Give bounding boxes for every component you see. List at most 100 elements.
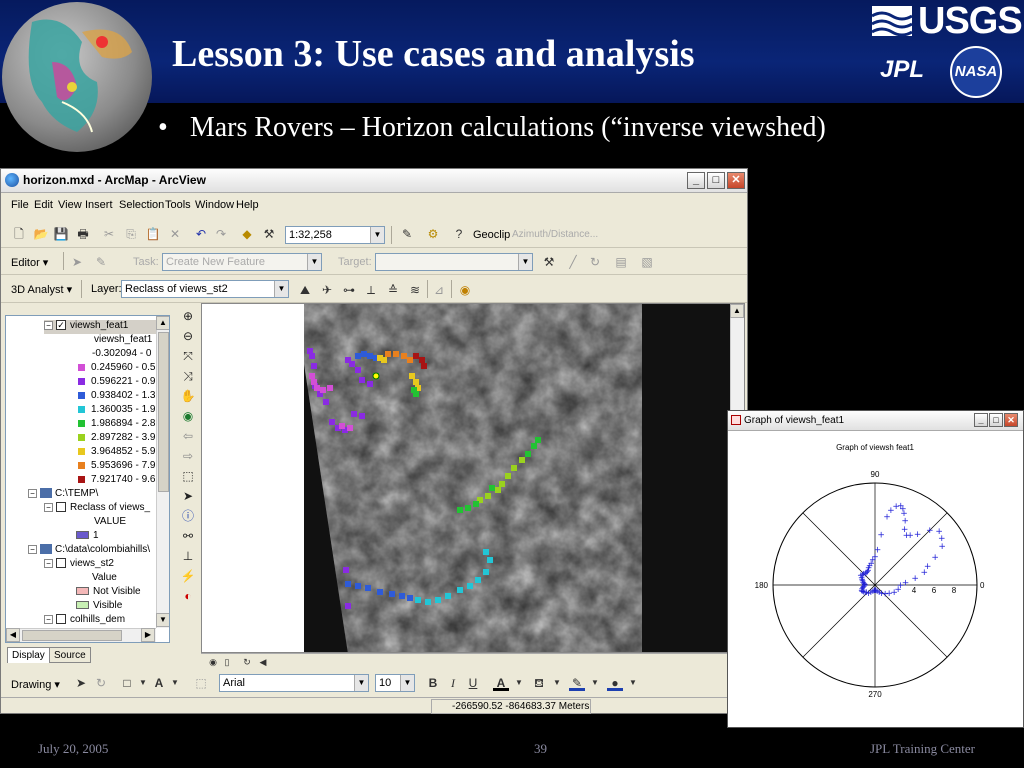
menu-selection[interactable]: Selection <box>119 199 164 211</box>
drawing-menu-button[interactable]: Drawing ▾ <box>11 678 60 691</box>
interpolate-polygon-icon[interactable]: ≋ <box>407 282 423 298</box>
fixed-zoom-in-icon[interactable]: ⤧ <box>179 347 197 365</box>
collapse-icon[interactable]: − <box>44 502 53 512</box>
task-select[interactable]: Create New Feature ▼ <box>162 253 322 271</box>
undo-icon[interactable]: ↶ <box>193 226 209 242</box>
layer-visibility-checkbox[interactable] <box>56 502 66 513</box>
profile-graph-icon[interactable]: ⊿ <box>431 282 447 298</box>
select-features-icon[interactable]: ⬚ <box>179 467 197 485</box>
layout-view-icon[interactable]: ▯ <box>219 654 235 670</box>
editor-toolbar-icon[interactable]: ✎ <box>399 226 415 242</box>
collapse-icon[interactable]: − <box>28 544 37 554</box>
tab-source[interactable]: Source <box>49 647 91 663</box>
select-elements-arrow-icon[interactable]: ➤ <box>73 675 89 691</box>
line-color-icon[interactable]: ✎ <box>569 675 585 691</box>
refresh-icon[interactable]: ↻ <box>239 654 255 670</box>
toc-layer-colhills-dem[interactable]: − colhills_dem <box>44 614 125 628</box>
full-extent-globe-icon[interactable]: ◉ <box>179 407 197 425</box>
minimize-button[interactable]: _ <box>687 172 705 189</box>
toc-layer-viewsh-feat1[interactable]: − ✓ viewsh_feat1 <box>44 320 156 334</box>
layer-visibility-checkbox[interactable] <box>56 558 66 569</box>
scroll-thumb[interactable] <box>22 630 122 641</box>
measure-icon[interactable]: ⊥ <box>179 547 197 565</box>
fixed-zoom-out-icon[interactable]: ⤨ <box>179 367 197 385</box>
expand-icon[interactable]: − <box>44 614 53 624</box>
scroll-down-icon[interactable]: ▼ <box>156 613 169 627</box>
interpolate-point-icon[interactable]: ⟂ <box>363 282 379 298</box>
toolbox-icon[interactable]: ⚒ <box>261 226 277 242</box>
map-canvas[interactable] <box>202 304 732 653</box>
fill-color-bucket-icon[interactable]: ⛾ <box>531 675 547 691</box>
whats-this-help-icon[interactable]: ? <box>451 226 467 242</box>
save-icon[interactable]: 💾 <box>53 226 69 242</box>
graph-window-titlebar[interactable]: Graph of viewsh_feat1 _ □ ✕ <box>728 411 1023 431</box>
menu-help[interactable]: Help <box>236 199 259 211</box>
add-data-icon[interactable]: ◆ <box>239 226 255 242</box>
open-folder-icon[interactable]: 📂 <box>33 226 49 242</box>
toc-dataframe-temp[interactable]: − C:\TEMP\ <box>28 488 98 502</box>
sketch-tool-icon[interactable]: ✎ <box>93 254 109 270</box>
menu-window[interactable]: Window <box>195 199 234 211</box>
scroll-thumb[interactable] <box>158 332 169 492</box>
azimuth-distance-button[interactable]: Azimuth/Distance... <box>512 229 598 240</box>
chevron-down-icon[interactable]: ▼ <box>518 254 532 270</box>
font-select[interactable]: Arial ▼ <box>219 674 369 692</box>
attributes-icon[interactable]: ⚒ <box>541 254 557 270</box>
3d-analyst-menu-button[interactable]: 3D Analyst ▾ <box>11 283 72 296</box>
target-select[interactable]: ▼ <box>375 253 533 271</box>
line-of-sight-icon[interactable]: ⊶ <box>341 282 357 298</box>
toc-horizontal-scrollbar[interactable]: ◀ ▶ <box>6 628 156 642</box>
chevron-down-icon[interactable]: ▼ <box>549 675 565 691</box>
split-tool-icon[interactable]: ╱ <box>565 254 581 270</box>
collapse-icon[interactable]: − <box>28 488 37 498</box>
font-size-select[interactable]: 10 ▼ <box>375 674 415 692</box>
scroll-up-icon[interactable]: ▲ <box>156 316 169 330</box>
toc-layer-views-st2[interactable]: − views_st2 <box>44 558 114 572</box>
close-button[interactable]: ✕ <box>1004 413 1018 427</box>
contour-tool-icon[interactable]: ⛰ <box>297 282 313 298</box>
chevron-down-icon[interactable]: ▼ <box>135 675 151 691</box>
layer-visibility-checkbox[interactable] <box>56 614 66 625</box>
scroll-left-icon[interactable]: ◀ <box>6 628 20 642</box>
italic-button[interactable]: I <box>445 675 461 691</box>
editor-menu-button[interactable]: Editor ▾ <box>11 256 48 269</box>
chevron-down-icon[interactable]: ▼ <box>274 281 288 297</box>
hyperlink-icon[interactable]: ⚡ <box>179 567 197 585</box>
zoom-out-icon[interactable]: ⊖ <box>179 327 197 345</box>
collapse-icon[interactable]: − <box>44 320 53 330</box>
map-scale-select[interactable]: 1:32,258 ▼ <box>285 226 385 244</box>
zoom-in-icon[interactable]: ⊕ <box>179 307 197 325</box>
collapse-icon[interactable]: − <box>44 558 53 568</box>
tab-display[interactable]: Display <box>7 647 50 663</box>
toc-dataframe-colombiahills[interactable]: − C:\data\colombiahills\ <box>28 544 150 558</box>
chevron-down-icon[interactable]: ▼ <box>167 675 183 691</box>
rotate-icon[interactable]: ↻ <box>93 675 109 691</box>
chevron-down-icon[interactable]: ▼ <box>511 675 527 691</box>
toc-vertical-scrollbar[interactable]: ▲ ▼ <box>156 316 169 628</box>
arcscene-icon[interactable]: ◉ <box>457 282 473 298</box>
chevron-down-icon[interactable]: ▼ <box>400 675 414 691</box>
copy-icon[interactable]: ⎘ <box>123 226 139 242</box>
paste-icon[interactable]: 📋 <box>145 226 161 242</box>
layer-select[interactable]: Reclass of views_st2 ▼ <box>121 280 289 298</box>
redo-icon[interactable]: ↷ <box>213 226 229 242</box>
attributes-table-icon[interactable]: ▤ <box>613 254 629 270</box>
text-tool-icon[interactable]: A <box>151 675 167 691</box>
identify-icon[interactable]: ⓘ <box>179 507 197 525</box>
bold-button[interactable]: B <box>425 675 441 691</box>
minimize-button[interactable]: _ <box>974 413 988 427</box>
swipe-layer-icon[interactable]: ◐ <box>179 587 197 605</box>
menu-tools[interactable]: Tools <box>165 199 191 211</box>
steepest-path-icon[interactable]: ✈ <box>319 282 335 298</box>
print-icon[interactable]: 🖶 <box>75 226 91 242</box>
layer-visibility-checkbox[interactable]: ✓ <box>56 320 66 331</box>
menu-edit[interactable]: Edit <box>34 199 53 211</box>
menu-file[interactable]: File <box>11 199 29 211</box>
chevron-down-icon[interactable]: ▼ <box>625 675 641 691</box>
maximize-button[interactable]: □ <box>989 413 1003 427</box>
underline-button[interactable]: U <box>465 675 481 691</box>
arctoolbox-icon[interactable]: ⚙ <box>425 226 441 242</box>
menu-view[interactable]: View <box>58 199 82 211</box>
edit-vertices-icon[interactable]: ⬚ <box>193 675 209 691</box>
font-color-icon[interactable]: A <box>493 675 509 691</box>
